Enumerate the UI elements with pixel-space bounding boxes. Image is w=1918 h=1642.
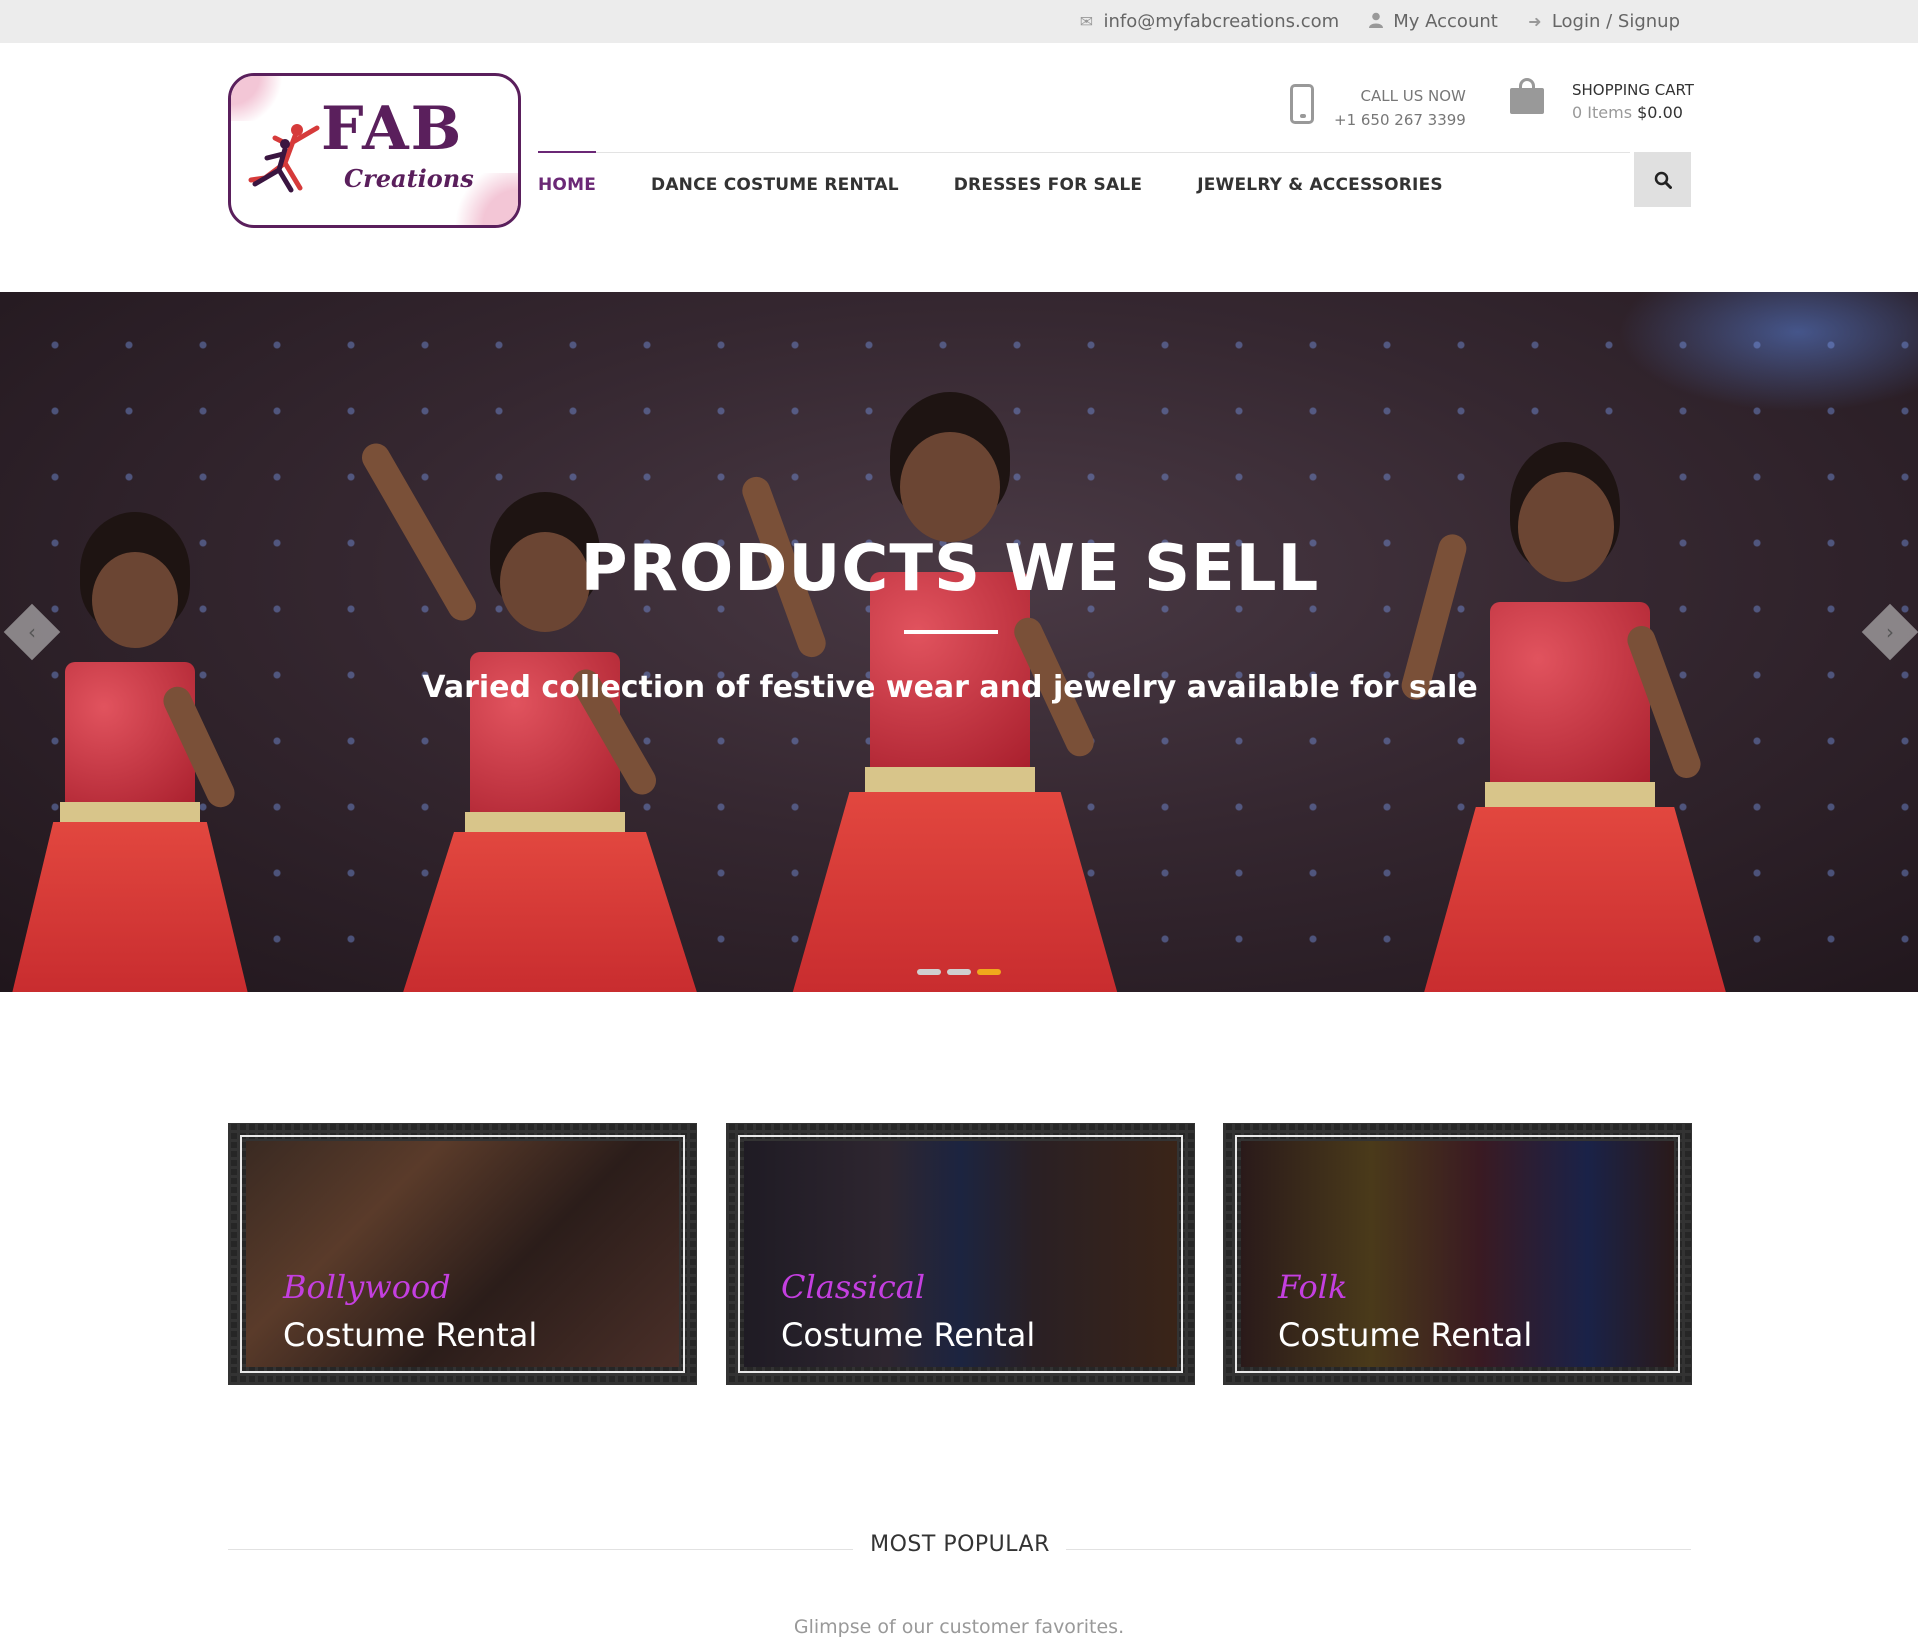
login-signup-link[interactable]: ➜ Login / Signup <box>1526 11 1680 32</box>
category-script-label: Classical <box>781 1268 926 1306</box>
logo-subtitle: Creations <box>344 164 474 193</box>
call-us-label: CALL US NOW <box>1360 87 1466 105</box>
shopping-cart-label: SHOPPING CART <box>1572 81 1694 99</box>
phone-number[interactable]: +1 650 267 3399 <box>1334 108 1466 132</box>
sign-in-icon: ➜ <box>1528 12 1542 31</box>
nav-item-jewelry-accessories[interactable]: JEWELRY & ACCESSORIES <box>1197 152 1443 218</box>
mobile-phone-icon <box>1290 84 1314 124</box>
dancer-figure <box>1398 442 1740 992</box>
hero-title: PRODUCTS WE SELL <box>580 532 1320 606</box>
site-logo[interactable]: FAB Creations <box>228 73 521 228</box>
my-account-text: My Account <box>1393 11 1498 32</box>
user-icon <box>1367 12 1385 32</box>
slider-bullet[interactable] <box>917 969 941 975</box>
nav-item-home[interactable]: HOME <box>538 151 597 217</box>
main-nav: HOME DANCE COSTUME RENTAL DRESSES FOR SA… <box>538 151 1498 218</box>
login-signup-text: Login / Signup <box>1551 11 1680 32</box>
hero-subtitle: Varied collection of festive wear and je… <box>422 670 1478 705</box>
most-popular-heading: MOST POPULAR <box>870 1532 1050 1557</box>
category-card-classical[interactable]: Classical Costume Rental <box>726 1123 1195 1385</box>
chevron-right-icon: › <box>1886 620 1894 644</box>
section-divider <box>1066 1549 1691 1550</box>
email-link[interactable]: ✉ info@myfabcreations.com <box>1077 11 1339 32</box>
section-divider <box>228 1549 853 1550</box>
category-card-bollywood[interactable]: Bollywood Costume Rental <box>228 1123 697 1385</box>
category-script-label: Folk <box>1278 1268 1348 1306</box>
category-script-label: Bollywood <box>283 1268 451 1306</box>
slider-prev-button[interactable]: ‹ <box>3 603 61 661</box>
dancer-silhouette-icon <box>248 124 320 193</box>
category-name: Costume Rental <box>781 1316 1036 1354</box>
shopping-cart[interactable]: SHOPPING CART 0 Items $0.00 <box>1510 78 1694 124</box>
category-card-folk[interactable]: Folk Costume Rental <box>1223 1123 1692 1385</box>
most-popular-subtitle: Glimpse of our customer favorites. <box>793 1616 1125 1638</box>
category-name: Costume Rental <box>283 1316 538 1354</box>
hero-slider[interactable]: PRODUCTS WE SELL Varied collection of fe… <box>0 292 1918 992</box>
cart-summary: 0 Items $0.00 <box>1572 102 1694 124</box>
search-button[interactable] <box>1634 152 1691 207</box>
chevron-left-icon: ‹ <box>28 620 36 644</box>
hero-divider <box>904 630 998 634</box>
call-us-box: CALL US NOW +1 650 267 3399 <box>1290 84 1466 132</box>
cart-items: 0 Items <box>1572 103 1633 122</box>
category-name: Costume Rental <box>1278 1316 1533 1354</box>
nav-item-dance-costume-rental[interactable]: DANCE COSTUME RENTAL <box>651 152 899 218</box>
slider-bullet-active[interactable] <box>977 969 1001 975</box>
top-links: ✉ info@myfabcreations.com My Account ➜ L… <box>1077 0 1680 43</box>
nav-item-dresses-for-sale[interactable]: DRESSES FOR SALE <box>954 152 1142 218</box>
logo-ornament <box>231 76 286 121</box>
slider-bullet[interactable] <box>947 969 971 975</box>
search-icon <box>1654 171 1672 189</box>
cart-total: $0.00 <box>1637 103 1683 122</box>
envelope-icon: ✉ <box>1079 12 1094 31</box>
slider-pagination <box>917 969 1001 975</box>
slider-next-button[interactable]: › <box>1861 603 1918 661</box>
top-bar: ✉ info@myfabcreations.com My Account ➜ L… <box>0 0 1918 43</box>
logo-title: FAB <box>321 94 464 164</box>
email-text: info@myfabcreations.com <box>1103 11 1340 32</box>
shopping-bag-icon <box>1510 78 1544 114</box>
my-account-link[interactable]: My Account <box>1367 11 1498 32</box>
